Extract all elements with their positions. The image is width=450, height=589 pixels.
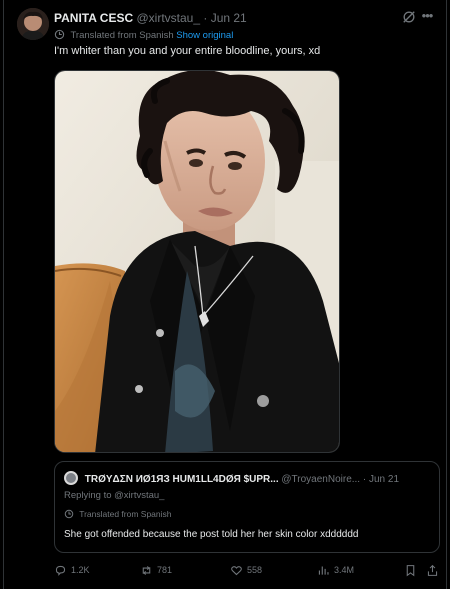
repost-count: 781	[157, 565, 173, 575]
quoted-tweet[interactable]: TRØYΔΣN ИØ1ЯЗ HUM1LL4DØЯ $UPR... @Troyae…	[54, 461, 440, 553]
repost-button[interactable]: 781	[140, 561, 172, 579]
author-handle[interactable]: @xirtvstau_	[136, 11, 200, 25]
more-options-icon[interactable]: •••	[419, 9, 435, 25]
author-avatar[interactable]	[17, 8, 49, 40]
quote-translated-label: Translated from Spanish	[79, 509, 172, 519]
tweet-header: PANITA CESC @xirtvstau_ · Jun 21	[54, 11, 432, 27]
heart-icon	[231, 565, 242, 575]
tweet-card: PANITA CESC @xirtvstau_ · Jun 21 ••• Tra…	[3, 0, 447, 589]
bookmark-button[interactable]	[404, 561, 417, 579]
translation-note: Translated from Spanish Show original	[54, 29, 233, 41]
reply-count: 1.2K	[71, 565, 90, 575]
translated-label: Translated from Spanish	[70, 30, 174, 41]
quote-date: Jun 21	[369, 474, 400, 485]
tweet-text: I'm whiter than you and your entire bloo…	[54, 45, 321, 57]
quote-author-handle: @TroyaenNoire...	[281, 474, 361, 485]
like-button[interactable]: 558	[230, 561, 262, 579]
translate-icon	[64, 509, 74, 519]
reply-icon	[55, 565, 66, 576]
translate-icon	[54, 29, 65, 40]
views-button[interactable]: 3.4M	[317, 561, 354, 579]
share-icon	[427, 564, 438, 576]
tweet-actions: 1.2K 781 558 3.4M	[54, 561, 440, 579]
show-original-link[interactable]: Show original	[176, 30, 233, 41]
reply-button[interactable]: 1.2K	[54, 561, 90, 579]
views-icon	[318, 565, 329, 575]
share-button[interactable]	[426, 561, 439, 579]
quote-separator-dot: ·	[362, 474, 367, 485]
grok-icon[interactable]	[402, 10, 416, 24]
quote-header: TRØYΔΣN ИØ1ЯЗ HUM1LL4DØЯ $UPR... @Troyae…	[64, 471, 430, 485]
tweet-date[interactable]: Jun 21	[211, 11, 247, 25]
tweet-photo[interactable]	[54, 70, 340, 453]
separator-dot: ·	[203, 11, 208, 25]
quote-text: She got offended because the post told h…	[64, 529, 359, 540]
bookmark-icon	[406, 564, 415, 576]
quote-author-avatar	[64, 471, 78, 485]
quote-translation-note: Translated from Spanish	[64, 509, 172, 519]
quote-author-name: TRØYΔΣN ИØ1ЯЗ HUM1LL4DØЯ $UPR...	[84, 474, 279, 485]
view-count: 3.4M	[334, 565, 355, 575]
author-name[interactable]: PANITA CESC	[54, 11, 133, 25]
quote-replying-to: Replying to @xirtvstau_	[64, 490, 165, 501]
repost-icon	[142, 565, 151, 575]
like-count: 558	[247, 565, 263, 575]
